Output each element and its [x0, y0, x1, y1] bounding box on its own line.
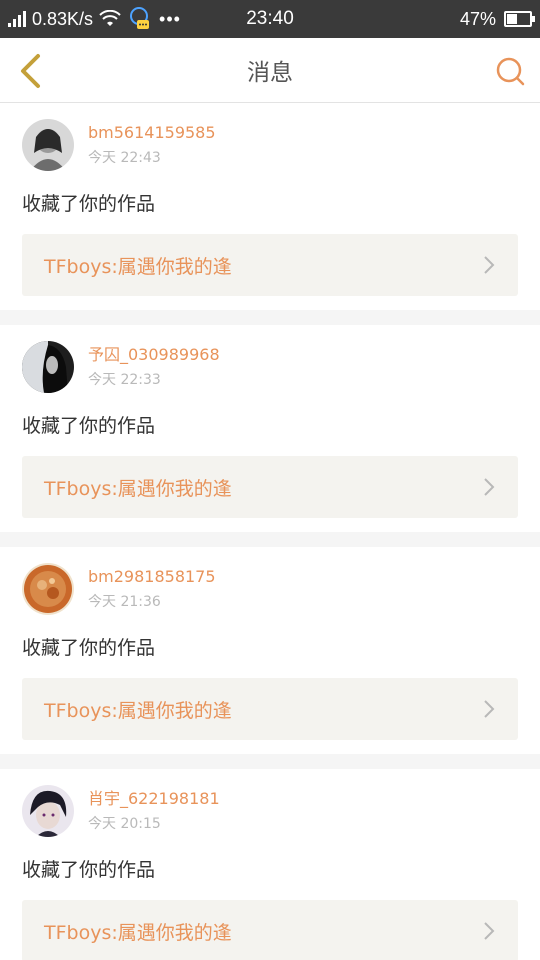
avatar[interactable] — [22, 119, 74, 171]
chevron-right-icon — [484, 478, 495, 496]
chevron-left-icon — [21, 54, 40, 88]
user-meta: 肖宇_622198181 今天 20:15 — [88, 789, 220, 833]
avatar[interactable] — [22, 785, 74, 837]
signal-icon — [8, 11, 26, 27]
user-row: 肖宇_622198181 今天 20:15 — [22, 785, 518, 837]
action-text: 收藏了你的作品 — [22, 859, 156, 881]
network-speed: 0.83K/s — [32, 8, 94, 29]
user-meta: bm5614159585 今天 22:43 — [88, 123, 216, 167]
back-button[interactable] — [12, 52, 48, 90]
chevron-right-icon — [484, 922, 495, 940]
page-title: 消息 — [247, 60, 293, 86]
work-title: TFboys:属遇你我的逢 — [44, 921, 232, 944]
work-link[interactable]: TFboys:属遇你我的逢 — [22, 234, 518, 296]
status-right: 47% — [459, 8, 535, 30]
user-row: bm2981858175 今天 21:36 — [22, 563, 518, 615]
username[interactable]: bm2981858175 — [88, 567, 216, 587]
action-text: 收藏了你的作品 — [22, 637, 156, 659]
page-header: 消息 — [0, 38, 540, 103]
user-meta: bm2981858175 今天 21:36 — [88, 567, 216, 611]
search-icon — [496, 57, 525, 86]
timestamp: 今天 21:36 — [88, 594, 161, 610]
work-link[interactable]: TFboys:属遇你我的逢 — [22, 900, 518, 960]
more-dots-icon: ••• — [159, 8, 181, 29]
message-card: bm2981858175 今天 21:36 收藏了你的作品 TFboys:属遇你… — [0, 547, 540, 754]
wifi-icon — [99, 10, 121, 28]
message-feed: bm5614159585 今天 22:43 收藏了你的作品 TFboys:属遇你… — [0, 103, 540, 960]
work-link[interactable]: TFboys:属遇你我的逢 — [22, 678, 518, 740]
timestamp: 今天 20:15 — [88, 816, 161, 832]
action-text: 收藏了你的作品 — [22, 415, 156, 437]
avatar[interactable] — [22, 341, 74, 393]
avatar[interactable] — [22, 563, 74, 615]
battery-icon — [504, 11, 535, 27]
chevron-right-icon — [484, 700, 495, 718]
work-link[interactable]: TFboys:属遇你我的逢 — [22, 456, 518, 518]
work-title: TFboys:属遇你我的逢 — [44, 477, 232, 500]
status-bar: 0.83K/s ••• 23:40 47% — [0, 0, 540, 38]
battery-percent: 47% — [459, 8, 496, 29]
message-card: bm5614159585 今天 22:43 收藏了你的作品 TFboys:属遇你… — [0, 103, 540, 310]
username[interactable]: 予囚_030989968 — [88, 345, 220, 365]
message-card: 予囚_030989968 今天 22:33 收藏了你的作品 TFboys:属遇你… — [0, 325, 540, 532]
username[interactable]: 肖宇_622198181 — [88, 789, 220, 809]
timestamp: 今天 22:43 — [88, 150, 161, 166]
message-card: 肖宇_622198181 今天 20:15 收藏了你的作品 TFboys:属遇你… — [0, 769, 540, 960]
chevron-right-icon — [484, 256, 495, 274]
user-row: 予囚_030989968 今天 22:33 — [22, 341, 518, 393]
battery-fill — [507, 14, 518, 24]
username[interactable]: bm5614159585 — [88, 123, 216, 143]
user-row: bm5614159585 今天 22:43 — [22, 119, 518, 171]
work-title: TFboys:属遇你我的逢 — [44, 699, 232, 722]
timestamp: 今天 22:33 — [88, 372, 161, 388]
search-button[interactable] — [492, 52, 528, 90]
status-left: 0.83K/s ••• — [8, 6, 181, 32]
notification-icon — [127, 6, 151, 32]
user-meta: 予囚_030989968 今天 22:33 — [88, 345, 220, 389]
work-title: TFboys:属遇你我的逢 — [44, 255, 232, 278]
action-text: 收藏了你的作品 — [22, 193, 156, 215]
